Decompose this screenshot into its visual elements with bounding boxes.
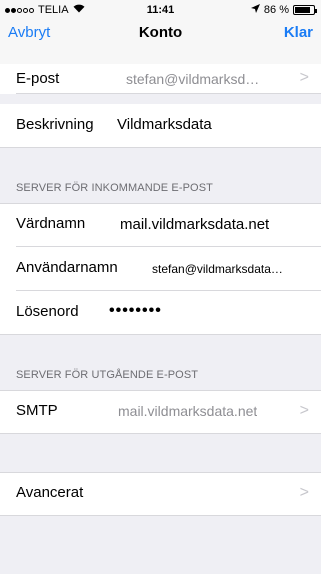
- outgoing-server-header: SERVER FÖR UTGÅENDE E-POST: [16, 369, 199, 381]
- page-title: Konto: [138, 24, 183, 41]
- smtp-label: SMTP: [16, 402, 58, 419]
- hostname-row[interactable]: Värdnamn mail.vildmarksdata.net: [0, 203, 321, 247]
- password-value[interactable]: ••••••••: [109, 302, 162, 320]
- email-value: stefan@vildmarksd…: [126, 71, 260, 87]
- smtp-value: mail.vildmarksdata.net: [118, 403, 258, 419]
- row-separator: [16, 93, 321, 94]
- advanced-label: Avancerat: [16, 484, 84, 501]
- row-separator: [0, 203, 321, 204]
- password-row[interactable]: Lösenord ••••••••: [0, 291, 321, 335]
- battery-fill: [295, 7, 311, 13]
- chevron-right-icon: >: [299, 484, 309, 501]
- status-bar: TELIA 11:41 86 %: [0, 0, 321, 20]
- hostname-value[interactable]: mail.vildmarksdata.net: [120, 216, 269, 233]
- incoming-server-header: SERVER FÖR INKOMMANDE E-POST: [16, 182, 213, 194]
- email-label: E-post: [16, 70, 60, 87]
- status-right: 86 %: [250, 4, 317, 16]
- username-row[interactable]: Användarnamn stefan@vildmarksdata…: [0, 247, 321, 291]
- description-value[interactable]: Vildmarksdata: [117, 116, 212, 133]
- hostname-label: Värdnamn: [16, 215, 86, 232]
- battery-percent: 86 %: [263, 4, 289, 16]
- row-separator: [0, 433, 321, 434]
- email-row[interactable]: E-post stefan@vildmarksd… >: [0, 64, 321, 94]
- username-label: Användarnamn: [16, 259, 118, 276]
- row-separator: [0, 334, 321, 335]
- navigation-bar: Avbryt Konto Klar: [0, 20, 321, 64]
- row-separator: [0, 390, 321, 391]
- location-arrow-icon: [250, 4, 260, 16]
- username-value[interactable]: stefan@vildmarksdata…: [152, 262, 315, 276]
- smtp-row[interactable]: SMTP mail.vildmarksdata.net >: [0, 390, 321, 434]
- chevron-right-icon: >: [299, 402, 309, 419]
- done-button[interactable]: Klar: [284, 24, 313, 41]
- row-separator: [0, 472, 321, 473]
- advanced-row[interactable]: Avancerat >: [0, 472, 321, 516]
- password-label: Lösenord: [16, 303, 79, 320]
- battery-icon: [293, 5, 317, 15]
- chevron-right-icon: >: [299, 69, 309, 86]
- description-label: Beskrivning: [16, 116, 94, 133]
- row-separator: [0, 147, 321, 148]
- row-separator: [0, 515, 321, 516]
- description-row[interactable]: Beskrivning Vildmarksdata: [0, 104, 321, 148]
